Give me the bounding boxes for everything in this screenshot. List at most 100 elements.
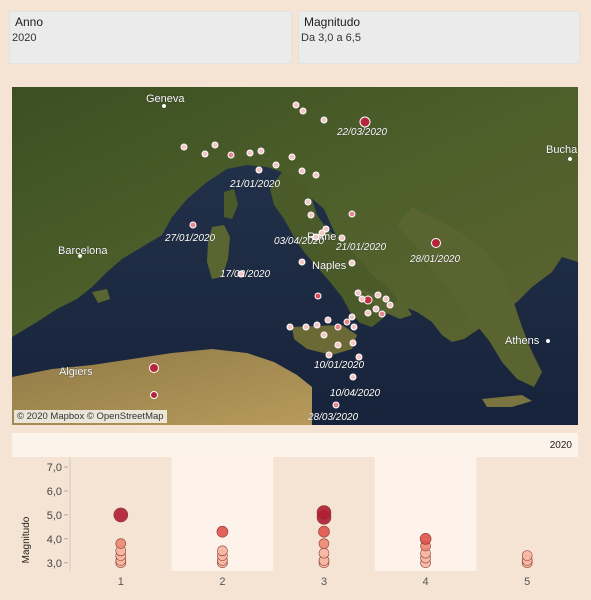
quake-marker[interactable] [348, 313, 356, 321]
quake-marker[interactable] [349, 373, 357, 381]
date-label-4: 21/01/2020 [335, 242, 386, 253]
x-tick-label: 4 [423, 576, 429, 588]
quake-marker[interactable] [378, 310, 386, 318]
quake-marker[interactable] [320, 331, 328, 339]
quake-marker[interactable] [149, 363, 159, 373]
magnitude-point[interactable] [216, 525, 229, 538]
quake-marker[interactable] [298, 258, 306, 266]
quake-marker[interactable] [180, 143, 188, 151]
quake-marker[interactable] [324, 316, 332, 324]
quake-marker[interactable] [431, 238, 441, 248]
quake-marker[interactable] [286, 323, 294, 331]
filter-anno-label: Anno [15, 15, 44, 29]
quake-marker[interactable] [348, 210, 356, 218]
quake-marker[interactable] [343, 318, 351, 326]
quake-marker[interactable] [227, 151, 235, 159]
quake-marker[interactable] [211, 141, 219, 149]
quake-marker[interactable] [364, 309, 372, 317]
quake-marker[interactable] [302, 323, 310, 331]
date-label-0: 22/03/2020 [336, 127, 387, 138]
filter-anno[interactable]: Anno 2020 [9, 11, 292, 64]
quake-marker[interactable] [307, 211, 315, 219]
quake-marker[interactable] [201, 150, 209, 158]
magnitude-point[interactable] [115, 538, 127, 549]
filter-magnitudo-value[interactable]: Da 3,0 a 6,5 [301, 32, 361, 44]
magnitude-point[interactable] [318, 547, 330, 559]
earthquake-map[interactable]: Geneva Buchar Barcelona Rome Naples Athe… [12, 87, 578, 425]
place-label-2: Barcelona [58, 245, 108, 257]
quake-marker[interactable] [312, 171, 320, 179]
y-tick-label: 7,0 [47, 462, 62, 474]
quake-marker[interactable] [304, 198, 312, 206]
quake-marker[interactable] [359, 116, 371, 128]
chart-canvas: 3,0 4,0 5,0 6,0 7,0 1 2 3 4 5 Magnitudo [21, 457, 533, 588]
filter-anno-value[interactable]: 2020 [12, 32, 36, 44]
quake-marker[interactable] [349, 339, 357, 347]
quake-marker[interactable] [298, 167, 306, 175]
quake-marker[interactable] [354, 289, 362, 297]
magnitude-point[interactable] [419, 533, 432, 545]
date-label-7: 10/01/2020 [314, 360, 364, 371]
quake-marker[interactable] [292, 101, 300, 109]
magnitude-point[interactable] [217, 545, 228, 557]
place-label-4: Naples [312, 260, 347, 272]
filter-magnitudo-label: Magnitudo [304, 15, 361, 29]
quake-marker[interactable] [355, 353, 363, 361]
quake-marker[interactable] [338, 234, 346, 242]
quake-marker[interactable] [257, 147, 265, 155]
quake-marker[interactable] [334, 323, 342, 331]
quake-marker[interactable] [382, 295, 390, 303]
quake-marker[interactable] [350, 323, 358, 331]
y-tick-label: 4,0 [47, 534, 62, 546]
quake-marker[interactable] [313, 321, 321, 329]
magnitude-point[interactable] [113, 507, 129, 523]
quake-marker[interactable] [386, 301, 394, 309]
quake-marker[interactable] [255, 166, 263, 174]
y-tick-label: 6,0 [47, 486, 62, 498]
x-tick-label: 1 [118, 576, 124, 588]
quake-marker[interactable] [348, 259, 356, 267]
quake-marker[interactable] [334, 341, 342, 349]
quake-marker[interactable] [358, 295, 366, 303]
y-axis-label: Magnitudo [21, 516, 32, 563]
magnitude-point[interactable] [318, 538, 330, 549]
place-label-1: Buchar [546, 144, 578, 156]
quake-marker[interactable] [288, 153, 296, 161]
quake-marker[interactable] [332, 401, 340, 409]
x-tick-label: 3 [321, 576, 327, 588]
y-tick-label: 5,0 [47, 510, 62, 522]
quake-marker[interactable] [320, 116, 328, 124]
magnitude-point[interactable] [318, 525, 330, 538]
quake-marker[interactable] [150, 391, 158, 399]
place-label-0: Geneva [146, 93, 185, 105]
quake-marker[interactable] [374, 291, 382, 299]
map-credit[interactable]: © 2020 Mapbox © OpenStreetMap [14, 410, 167, 423]
magnitude-point[interactable] [521, 550, 533, 561]
quake-marker[interactable] [318, 229, 326, 237]
quake-marker[interactable] [237, 270, 245, 278]
date-label-9: 28/03/2020 [307, 412, 358, 423]
date-label-5: 28/01/2020 [409, 254, 460, 265]
filter-magnitudo[interactable]: Magnitudo Da 3,0 a 6,5 [298, 11, 580, 64]
y-tick-label: 3,0 [47, 558, 62, 570]
map-canvas[interactable]: Geneva Buchar Barcelona Rome Naples Athe… [12, 87, 578, 425]
quake-marker[interactable] [246, 149, 254, 157]
quake-marker[interactable] [272, 161, 280, 169]
quake-marker[interactable] [314, 292, 322, 300]
quake-marker[interactable] [312, 233, 320, 241]
quake-marker[interactable] [372, 305, 380, 313]
chart-header-year: 2020 [549, 440, 572, 451]
quake-marker[interactable] [325, 351, 333, 359]
magnitude-point[interactable] [316, 505, 332, 520]
place-label-6: Algiers [59, 366, 93, 378]
date-label-1: 21/01/2020 [229, 179, 280, 190]
place-label-5: Athens [505, 335, 540, 347]
date-label-6: 17/02/2020 [220, 269, 270, 280]
quake-marker[interactable] [189, 221, 197, 229]
x-tick-label: 2 [219, 576, 225, 588]
date-label-2: 27/01/2020 [164, 233, 215, 244]
x-tick-label: 5 [524, 576, 530, 588]
magnitude-chart: 3,0 4,0 5,0 6,0 7,0 1 2 3 4 5 Magnitudo [0, 457, 591, 600]
quake-marker[interactable] [299, 107, 307, 115]
date-label-8: 10/04/2020 [330, 388, 380, 399]
